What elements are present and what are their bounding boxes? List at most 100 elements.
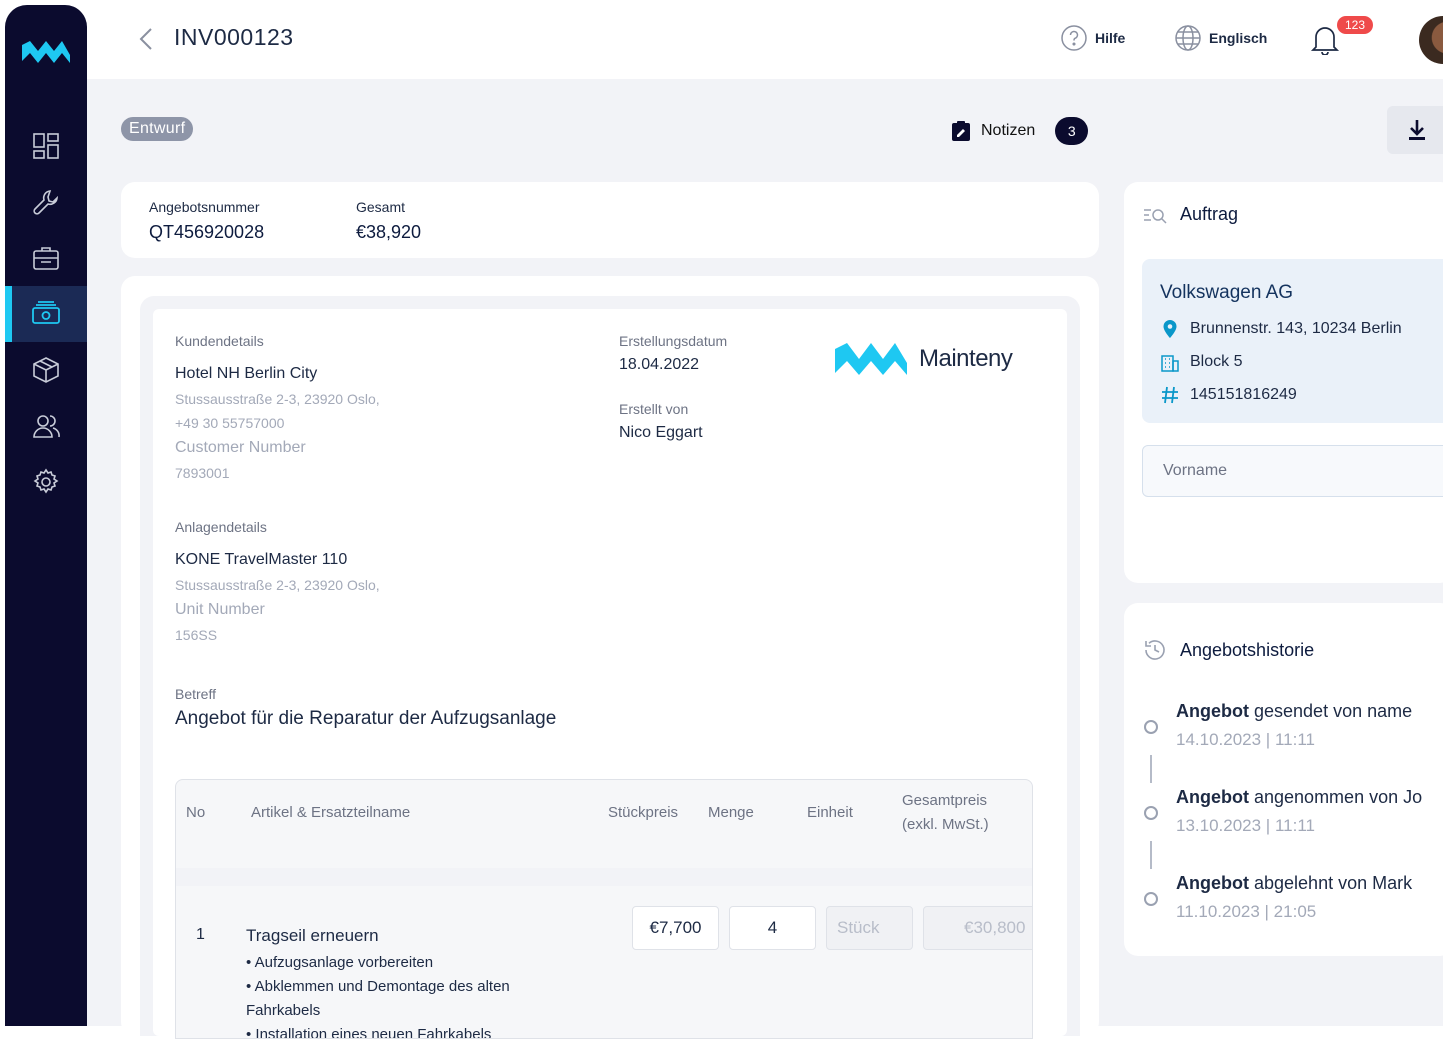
- nav-users[interactable]: [5, 398, 87, 454]
- row-item-title: Tragseil erneuern: [246, 926, 379, 945]
- top-bar: INV000123 Hilfe Englisch 123: [87, 0, 1443, 79]
- col-unit-price: Stückpreis: [608, 804, 679, 821]
- timeline-dot: [1144, 720, 1158, 734]
- history-icon: [1145, 640, 1165, 660]
- unit-field[interactable]: Stück: [826, 906, 913, 950]
- order-card: Auftrag Volkswagen AG Brunnenstr. 143, 1…: [1124, 182, 1443, 583]
- notes-icon: [952, 121, 970, 141]
- timeline-dot: [1144, 806, 1158, 820]
- hash-icon: [1162, 386, 1178, 404]
- quote-number: QT456920028: [149, 222, 265, 242]
- main-content: Entwurf Notizen 3 Angebotsnummer QT45692…: [87, 79, 1443, 1039]
- globe-icon: [1175, 25, 1201, 51]
- unit-number-label: Unit Number: [175, 601, 265, 618]
- col-no: No: [186, 804, 206, 821]
- timeline-dot: [1144, 892, 1158, 906]
- briefcase-icon: [33, 247, 59, 270]
- history-title: Angebotshistorie: [1142, 637, 1314, 663]
- notes-count: 3: [1055, 117, 1089, 145]
- table-row: 1 Tragseil erneuern • Aufzugsanlage vorb…: [176, 868, 1032, 1039]
- row-no: 1: [196, 926, 205, 943]
- dashboard-icon: [33, 133, 59, 159]
- created-date: 18.04.2022: [619, 356, 700, 373]
- total-label: Gesamt: [356, 199, 406, 215]
- customer-details-label: Kundendetails: [175, 333, 264, 349]
- nav-quotes[interactable]: [5, 286, 87, 342]
- brand: Mainteny: [833, 339, 1013, 379]
- customer-number-label: Customer Number: [175, 439, 306, 456]
- col-unit: Einheit: [807, 804, 853, 821]
- total-value: €38,920: [356, 222, 422, 242]
- unit-price-input[interactable]: €7,700: [632, 906, 719, 950]
- money-icon: [32, 301, 60, 324]
- order-title: Auftrag: [1142, 204, 1238, 225]
- unit-number: 156SS: [175, 627, 218, 643]
- help-label: Hilfe: [1095, 30, 1126, 46]
- sidebar: [5, 5, 87, 1026]
- nav-maintenance[interactable]: [5, 174, 87, 230]
- avatar[interactable]: [1419, 16, 1443, 64]
- notes-label: Notizen: [981, 122, 1036, 139]
- bullet-item: • Installation eines neuen Fahrkabels: [246, 1026, 492, 1039]
- bell-icon[interactable]: [1310, 23, 1340, 55]
- col-total: Gesamtpreis: [902, 792, 988, 809]
- box-icon: [33, 357, 59, 383]
- bullet-item: • Abklemmen und Demontage des alten Fahr…: [246, 978, 510, 1019]
- subject-label: Betreff: [175, 686, 216, 702]
- asset-details-label: Anlagendetails: [175, 519, 267, 535]
- mainteny-logo-icon[interactable]: [20, 37, 72, 65]
- history-item: Angebot gesendet von name 14.10.2023 | 1…: [1176, 701, 1413, 749]
- quantity-input[interactable]: 4: [729, 906, 816, 950]
- location-icon: [1163, 320, 1177, 338]
- brand-name: Mainteny: [919, 345, 1013, 372]
- company-block: Block 5: [1160, 352, 1242, 372]
- customer-name: Hotel NH Berlin City: [175, 365, 318, 382]
- nav-jobs[interactable]: [5, 230, 87, 286]
- nav-dashboard[interactable]: [5, 118, 87, 174]
- building-icon: [1161, 355, 1179, 372]
- subject: Angebot für die Reparatur der Aufzugsanl…: [175, 708, 557, 729]
- quote-history-card: Angebotshistorie Angebot gesendet von na…: [1124, 603, 1443, 956]
- created-by-label: Erstellt von: [619, 401, 689, 417]
- bullet-item: • Aufzugsanlage vorbereiten: [246, 954, 434, 971]
- chevron-left-icon[interactable]: [137, 25, 157, 53]
- quote-summary-card: Angebotsnummer QT456920028 Gesamt €38,92…: [121, 182, 1099, 258]
- timeline-line: [1150, 755, 1152, 783]
- download-icon: [1409, 120, 1425, 140]
- language-label: Englisch: [1209, 30, 1268, 46]
- history-item: Angebot angenommen von Jo 13.10.2023 | 1…: [1176, 787, 1423, 835]
- users-icon: [33, 415, 60, 438]
- row-total-field: €30,800: [923, 906, 1032, 950]
- asset-name: KONE TravelMaster 110: [175, 551, 348, 568]
- col-quantity: Menge: [708, 804, 754, 821]
- col-item: Artikel & Ersatzteilname: [251, 804, 411, 821]
- document-frame: Kundendetails Hotel NH Berlin City Stuss…: [140, 296, 1080, 1039]
- items-table: No Artikel & Ersatzteilname Stückpreis M…: [175, 779, 1033, 1039]
- wrench-icon: [33, 190, 59, 215]
- timeline-line: [1150, 841, 1152, 869]
- language-button[interactable]: Englisch: [1174, 24, 1267, 52]
- history-item: Angebot abgelehnt von Mark 11.10.2023 | …: [1176, 873, 1413, 921]
- created-date-label: Erstellungsdatum: [619, 333, 728, 349]
- company-number: 145151816249: [1160, 385, 1297, 405]
- asset-address: Stussausstraße 2-3, 23920 Oslo,: [175, 577, 380, 593]
- nav-inventory[interactable]: [5, 342, 87, 398]
- quote-number-label: Angebotsnummer: [149, 199, 260, 215]
- search-list-icon: [1144, 208, 1167, 224]
- help-button[interactable]: Hilfe: [1060, 24, 1125, 52]
- mainteny-logo-icon: [835, 343, 907, 375]
- company-name: Volkswagen AG: [1160, 282, 1294, 303]
- first-name-input[interactable]: Vorname: [1142, 445, 1443, 497]
- customer-box: Volkswagen AG Brunnenstr. 143, 10234 Ber…: [1142, 259, 1443, 423]
- gear-icon: [33, 468, 59, 494]
- download-button[interactable]: [1387, 106, 1443, 154]
- status-badge: Entwurf: [121, 117, 194, 141]
- col-total-note: (exkl. MwSt.): [902, 816, 989, 833]
- nav-settings[interactable]: [5, 454, 87, 510]
- notification-badge: 123: [1337, 16, 1374, 34]
- page-title: INV000123: [174, 24, 294, 50]
- created-by: Nico Eggart: [619, 424, 703, 441]
- notes-button[interactable]: Notizen 3: [951, 117, 1089, 145]
- company-address: Brunnenstr. 143, 10234 Berlin: [1160, 319, 1402, 339]
- document-card: Kundendetails Hotel NH Berlin City Stuss…: [121, 276, 1099, 1039]
